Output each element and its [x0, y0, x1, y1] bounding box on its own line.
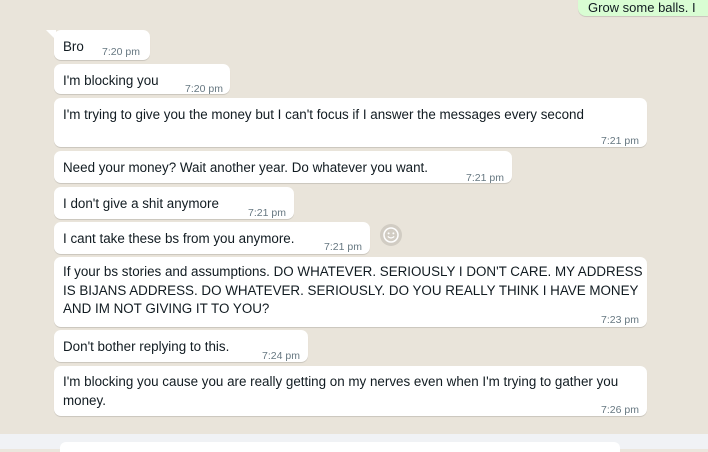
message-time: 7:24 pm: [262, 350, 300, 362]
message-input[interactable]: [60, 442, 620, 452]
message-time: 7:21 pm: [466, 172, 504, 184]
outgoing-message-bubble[interactable]: Grow some balls. I: [578, 0, 708, 16]
message-time: 7:23 pm: [601, 314, 639, 326]
incoming-message[interactable]: If your bs stories and assumptions. DO W…: [54, 257, 647, 327]
message-time: 7:20 pm: [185, 83, 223, 95]
message-text: Bro: [63, 39, 84, 54]
incoming-message[interactable]: Need your money? Wait another year. Do w…: [54, 151, 512, 184]
message-text: Don't bother replying to this.: [63, 339, 230, 354]
message-time: 7:26 pm: [601, 404, 639, 416]
message-time: 7:21 pm: [248, 207, 286, 219]
incoming-message[interactable]: Bro 7:20 pm: [54, 30, 150, 60]
message-text: I'm blocking you cause you are really ge…: [63, 374, 619, 408]
incoming-message[interactable]: I'm trying to give you the money but I c…: [54, 98, 647, 147]
watermark: BOARD: [448, 395, 519, 415]
message-text: If your bs stories and assumptions. DO W…: [63, 264, 643, 316]
incoming-message[interactable]: I cant take these bs from you anymore. 7…: [54, 222, 370, 254]
message-text: I don't give a shit anymore: [63, 196, 219, 211]
message-text: I'm trying to give you the money but I c…: [63, 107, 584, 122]
incoming-message[interactable]: I'm blocking you 7:20 pm: [54, 64, 230, 95]
incoming-message[interactable]: I'm blocking you cause you are really ge…: [54, 366, 647, 416]
message-time: 7:21 pm: [601, 135, 639, 147]
incoming-message[interactable]: Don't bother replying to this. 7:24 pm: [54, 330, 308, 362]
message-time: 7:20 pm: [102, 46, 140, 58]
compose-bar: [0, 434, 708, 452]
message-text: I'm blocking you: [63, 73, 159, 88]
message-time: 7:21 pm: [324, 241, 362, 253]
smiley-icon[interactable]: [380, 224, 402, 246]
message-text: Need your money? Wait another year. Do w…: [63, 160, 428, 175]
outgoing-message-text: Grow some balls. I: [588, 0, 696, 15]
message-text: I cant take these bs from you anymore.: [63, 231, 295, 246]
incoming-message[interactable]: I don't give a shit anymore 7:21 pm: [54, 187, 294, 219]
